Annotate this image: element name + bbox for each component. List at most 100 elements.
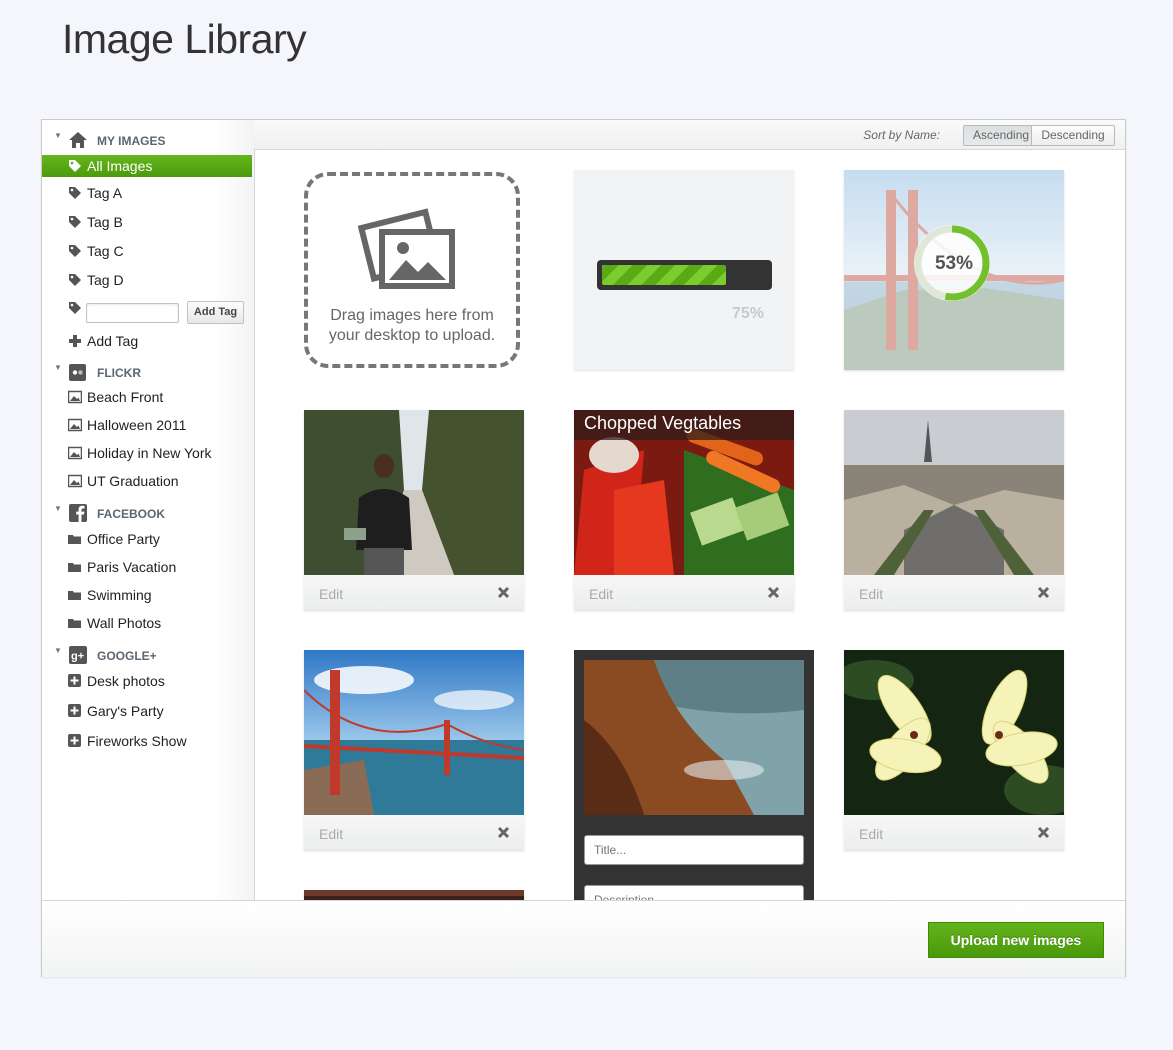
sidebar-item-tag-d[interactable]: Tag D <box>42 269 252 291</box>
image-card: Edit <box>844 650 1064 850</box>
close-icon[interactable] <box>497 586 510 599</box>
tag-icon <box>69 274 81 286</box>
card-footer: Edit <box>304 575 524 610</box>
card-footer: Edit <box>574 575 794 610</box>
sidebar-item-label: Swimming <box>87 587 152 603</box>
sidebar-item-desk-photos[interactable]: Desk photos <box>42 670 252 692</box>
photo-lily-flower[interactable] <box>844 650 1064 815</box>
upload-dropzone[interactable]: Drag images here from your desktop to up… <box>304 172 520 368</box>
sidebar-item-tag-b[interactable]: Tag B <box>42 211 252 233</box>
progress-fill <box>602 265 726 285</box>
sort-descending-button[interactable]: Descending <box>1032 126 1114 145</box>
collapse-triangle-icon[interactable]: ▼ <box>54 131 62 140</box>
plus-box-icon <box>68 704 81 717</box>
sidebar-item-beach-front[interactable]: Beach Front <box>42 386 252 408</box>
sidebar-item-swimming[interactable]: Swimming <box>42 584 252 606</box>
sidebar-item-ut-graduation[interactable]: UT Graduation <box>42 470 252 492</box>
plus-box-icon <box>68 734 81 747</box>
new-tag-input[interactable] <box>86 303 179 323</box>
sort-toolbar: Sort by Name: Ascending Descending <box>254 120 1125 150</box>
photo-man-in-garden[interactable] <box>304 410 524 575</box>
sidebar-item-label: Paris Vacation <box>87 559 177 575</box>
card-footer: Edit <box>844 575 1064 610</box>
tag-icon <box>69 187 81 199</box>
photo-chopped-vegetables[interactable]: Chopped Vegtables <box>574 410 794 575</box>
edit-link[interactable]: Edit <box>859 826 883 842</box>
sidebar-item-all-images[interactable]: All Images <box>42 155 252 177</box>
collapse-triangle-icon[interactable]: ▼ <box>54 504 62 513</box>
sidebar-item-tag-c[interactable]: Tag C <box>42 240 252 262</box>
panel-footer: Upload new images <box>42 900 1125 977</box>
library-panel: ▼ MY IMAGES All Images Tag A Tag B Tag C… <box>41 119 1126 977</box>
sidebar-item-label: Holiday in New York <box>87 445 212 461</box>
sidebar-item-fireworks-show[interactable]: Fireworks Show <box>42 730 252 752</box>
edit-link[interactable]: Edit <box>859 586 883 602</box>
close-icon[interactable] <box>1037 826 1050 839</box>
section-google-plus[interactable]: ▼ g+ GOOGLE+ <box>42 643 254 667</box>
image-card: Edit <box>304 410 524 610</box>
photo-rocky-shore[interactable] <box>584 660 804 815</box>
sidebar-item-halloween-2011[interactable]: Halloween 2011 <box>42 414 252 436</box>
folder-icon <box>68 535 81 544</box>
sidebar-item-wall-photos[interactable]: Wall Photos <box>42 612 252 634</box>
close-icon[interactable] <box>1037 586 1050 599</box>
section-facebook[interactable]: ▼ FACEBOOK <box>42 501 254 525</box>
page-title: Image Library <box>62 16 307 62</box>
sidebar-item-tag-a[interactable]: Tag A <box>42 182 252 204</box>
sidebar-item-label: Tag B <box>87 214 123 230</box>
image-icon <box>68 446 82 460</box>
plus-icon <box>69 335 81 347</box>
sidebar-item-paris-vacation[interactable]: Paris Vacation <box>42 556 252 578</box>
add-tag-link[interactable]: Add Tag <box>42 330 252 352</box>
card-footer: Edit <box>304 815 524 850</box>
collapse-triangle-icon[interactable]: ▼ <box>54 363 62 372</box>
image-icon <box>68 418 82 432</box>
folder-icon <box>68 591 81 600</box>
image-card: Chopped Vegtables Edit <box>574 410 794 610</box>
image-title-input[interactable] <box>584 835 804 865</box>
sidebar-item-label: Desk photos <box>87 673 165 689</box>
edit-link[interactable]: Edit <box>319 586 343 602</box>
upload-new-images-button[interactable]: Upload new images <box>928 922 1104 958</box>
collapse-triangle-icon[interactable]: ▼ <box>54 646 62 655</box>
sort-ascending-button[interactable]: Ascending <box>964 126 1032 145</box>
upload-circle-tile: 53% <box>844 170 1065 370</box>
folder-icon <box>68 563 81 572</box>
sidebar-item-label: Tag A <box>87 185 123 201</box>
image-card <box>304 890 524 900</box>
sidebar-item-garys-party[interactable]: Gary's Party <box>42 700 252 722</box>
folder-icon <box>68 619 81 628</box>
google-plus-icon: g+ <box>69 646 87 664</box>
svg-text:g+: g+ <box>71 651 84 663</box>
photo-golden-gate[interactable] <box>304 650 524 815</box>
section-label: FACEBOOK <box>97 507 166 521</box>
tag-icon <box>69 160 81 172</box>
upload-progress-bar <box>597 260 772 290</box>
tag-icon <box>69 216 81 228</box>
section-label: FLICKR <box>97 366 141 380</box>
edit-link[interactable]: Edit <box>319 826 343 842</box>
section-label: MY IMAGES <box>97 134 166 148</box>
section-my-images[interactable]: ▼ MY IMAGES <box>42 128 254 152</box>
image-description-input[interactable] <box>584 885 804 900</box>
sidebar-item-label: Office Party <box>87 531 160 547</box>
sort-label: Sort by Name: <box>863 128 940 142</box>
add-tag-button[interactable]: Add Tag <box>187 301 244 324</box>
photo-paris-eiffel[interactable] <box>844 410 1064 575</box>
plus-box-icon <box>68 674 81 687</box>
photo-partial[interactable] <box>304 890 524 900</box>
sidebar-item-label: Tag D <box>87 272 124 288</box>
sidebar-item-office-party[interactable]: Office Party <box>42 528 252 550</box>
sidebar-item-label: Gary's Party <box>87 703 164 719</box>
sidebar-item-label: UT Graduation <box>87 473 179 489</box>
section-label: GOOGLE+ <box>97 649 157 663</box>
flickr-icon <box>69 364 86 381</box>
section-flickr[interactable]: ▼ FLICKR <box>42 360 254 384</box>
edit-link[interactable]: Edit <box>589 586 613 602</box>
upload-progress-tile: 75% <box>574 170 794 370</box>
sidebar-item-label: All Images <box>87 158 153 174</box>
dropzone-text: Drag images here from your desktop to up… <box>328 307 496 344</box>
close-icon[interactable] <box>767 586 780 599</box>
sidebar-item-holiday-in-new-york[interactable]: Holiday in New York <box>42 442 252 464</box>
close-icon[interactable] <box>497 826 510 839</box>
